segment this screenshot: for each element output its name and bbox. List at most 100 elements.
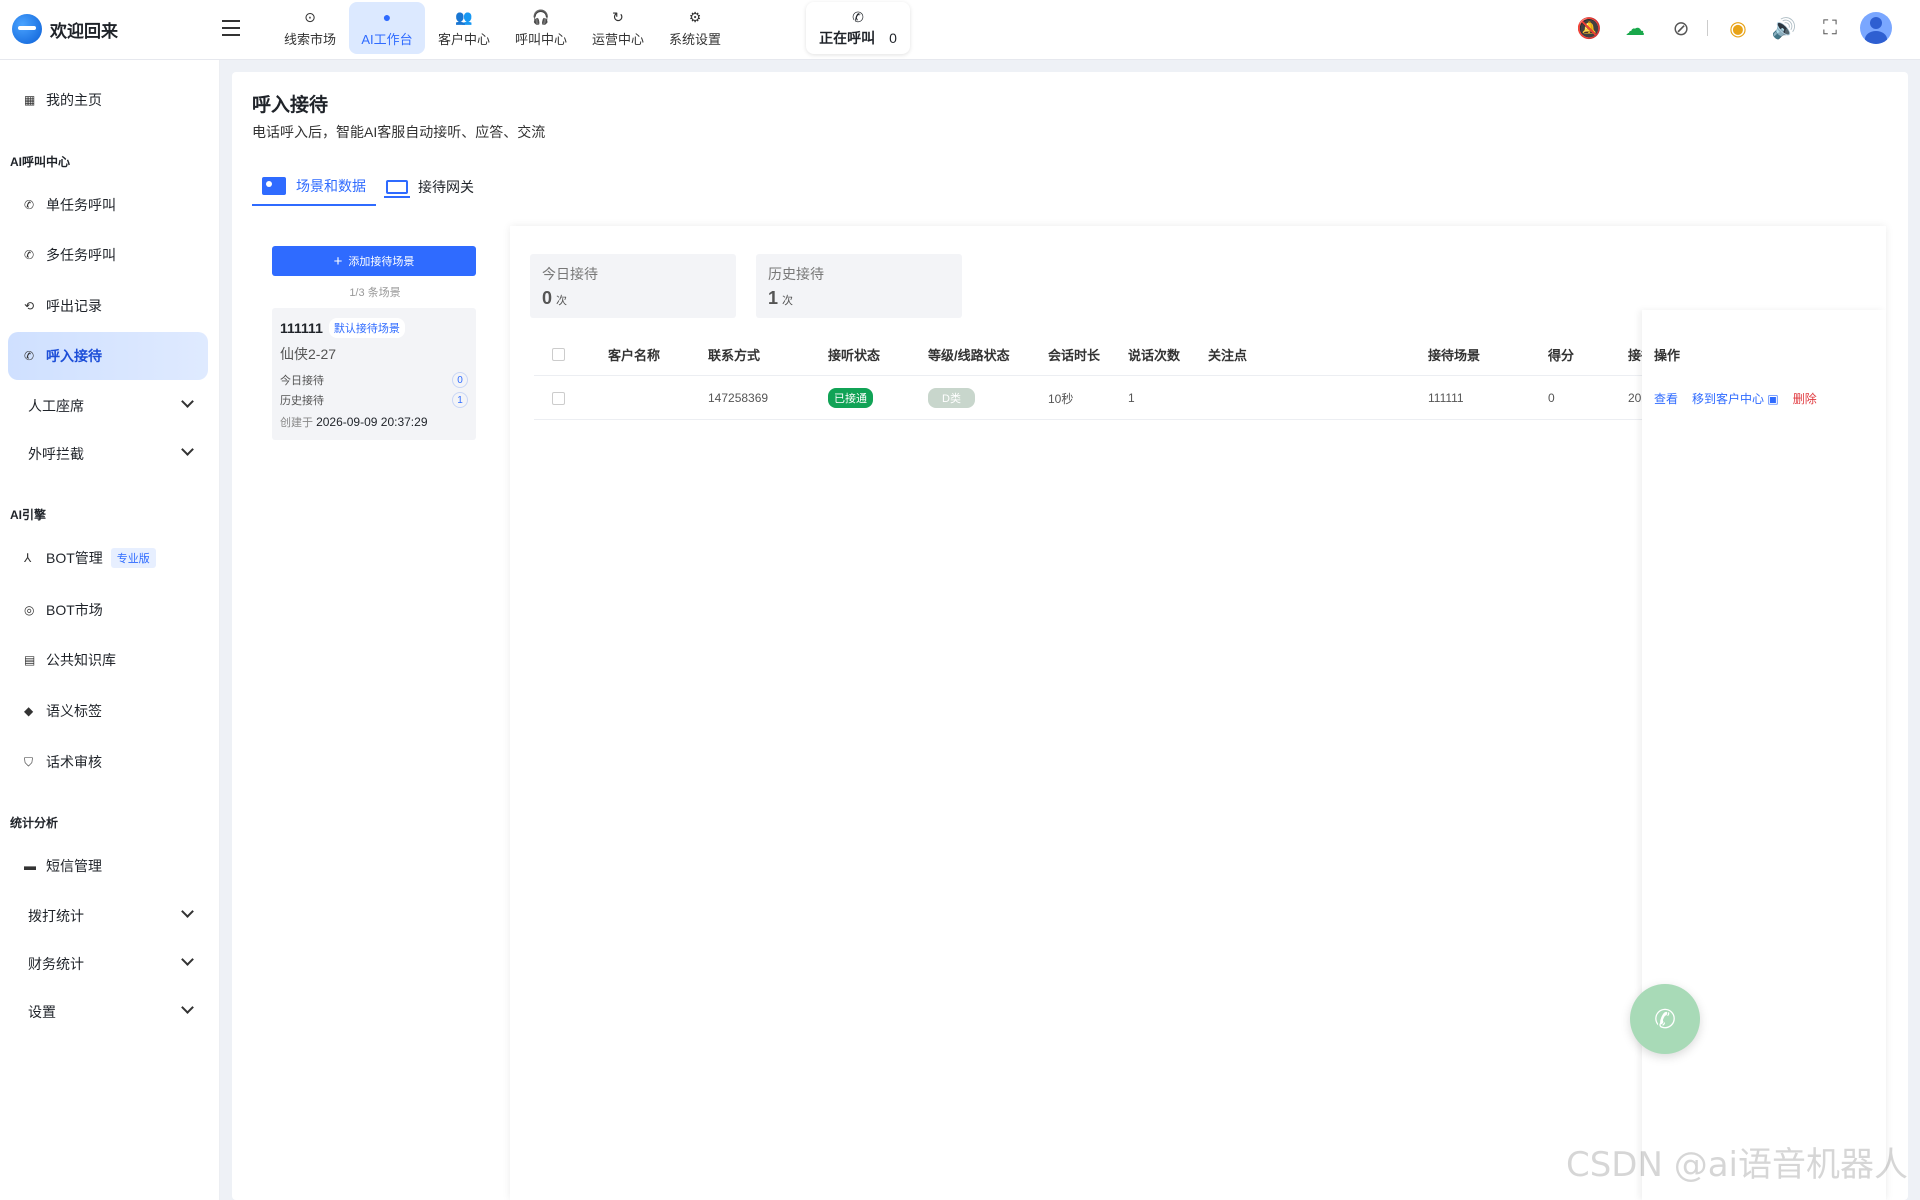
phone-incoming-icon: ✆ <box>24 349 35 363</box>
col-grade-line[interactable]: 等级/线路状态 <box>928 332 1010 376</box>
add-scene-label: 添加接待场景 <box>348 256 415 268</box>
nav-item-customers[interactable]: 👥 客户中心 <box>426 2 502 54</box>
fullscreen-icon[interactable]: ⛶ <box>1814 12 1846 44</box>
sidebar-item-label: 我的主页 <box>46 92 102 108</box>
stat-today-value: 0 <box>542 288 553 308</box>
sidebar-item-label: 话术审核 <box>46 754 102 770</box>
col-duration[interactable]: 会话时长 <box>1048 332 1100 376</box>
book-icon: ▤ <box>24 653 36 667</box>
nav-item-operations[interactable]: ↻ 运营中心 <box>580 2 656 54</box>
pro-badge: 专业版 <box>110 548 156 568</box>
cloud-upload-icon[interactable]: ☁ <box>1619 12 1651 44</box>
nav-item-call-center[interactable]: 🎧 呼叫中心 <box>503 2 579 54</box>
tab-gateway[interactable]: 接待网关 <box>376 168 484 206</box>
top-bar: 欢迎回来 ⊙ 线索市场 ● AI工作台 👥 客户中心 🎧 呼叫中心 ↻ 运营中心… <box>0 0 1920 60</box>
col-talk-count[interactable]: 说话次数 <box>1128 332 1180 376</box>
scene-count: 1/3 条场景 <box>349 287 401 299</box>
view-link[interactable]: 查看 <box>1654 390 1678 407</box>
forbidden-icon[interactable]: ⊘ <box>1665 12 1697 44</box>
sidebar-item-inbound[interactable]: ✆ 呼入接待 <box>8 332 208 380</box>
watermark: CSDN @ai语音机器人 <box>1565 1145 1908 1185</box>
sidebar-item-outbound-records[interactable]: ⟲ 呼出记录 <box>8 282 208 330</box>
sidebar-item-multi-task[interactable]: ✆ 多任务呼叫 <box>8 231 208 279</box>
scene-created-label: 创建于 <box>280 417 313 429</box>
tabs: 场景和数据 接待网关 <box>252 168 484 206</box>
tab-label: 场景和数据 <box>296 178 366 194</box>
chevron-down-icon <box>181 395 194 408</box>
sidebar-item-label: 设置 <box>28 1004 56 1020</box>
sidebar-item-agent-seat[interactable]: 人工座席 <box>8 382 208 430</box>
top-right-tools: 🔕 ☁ ⊘ ◉ 🔊 ⛶ <box>1559 12 1892 44</box>
cell-scene: 111111 <box>1428 391 1464 405</box>
move-label: 移到客户中心 <box>1692 391 1765 406</box>
stat-today-label: 今日接待 <box>542 266 598 282</box>
users-icon: 👥 <box>455 8 473 25</box>
sidebar-item-home[interactable]: ▦ 我的主页 <box>8 76 208 124</box>
col-focus[interactable]: 关注点 <box>1208 332 1247 376</box>
calling-status[interactable]: ✆ 正在呼叫 0 <box>806 2 910 54</box>
row-checkbox[interactable] <box>552 391 565 405</box>
sidebar-item-bot-market[interactable]: ◎ BOT市场 <box>8 586 208 634</box>
history-icon: ⟲ <box>24 299 35 313</box>
sidebar-item-label: 呼出记录 <box>46 298 102 314</box>
move-to-customer-link[interactable]: 移到客户中心 ▣ <box>1692 390 1779 407</box>
stat-history: 历史接待 1次 <box>756 254 962 318</box>
sidebar-item-single-task[interactable]: ✆ 单任务呼叫 <box>8 181 208 229</box>
add-scene-button[interactable]: + 添加接待场景 <box>272 246 476 276</box>
scene-today-label: 今日接待 <box>280 375 324 387</box>
page-title: 呼入接待 <box>252 95 329 116</box>
sidebar-item-finance-stats[interactable]: 财务统计 <box>8 940 208 988</box>
menu-toggle-icon[interactable] <box>222 20 240 36</box>
toolbar-divider <box>1707 20 1708 36</box>
sidebar-item-sms[interactable]: ▬ 短信管理 <box>8 842 208 890</box>
sidebar-item-semantic-tags[interactable]: ◆ 语义标签 <box>8 687 208 735</box>
plus-icon: + <box>333 252 343 270</box>
col-contact[interactable]: 联系方式 <box>708 332 760 376</box>
tab-scenes-data[interactable]: 场景和数据 <box>252 168 376 206</box>
select-all-checkbox[interactable] <box>552 347 565 361</box>
tab-label: 接待网关 <box>418 179 474 195</box>
scene-history-value: 1 <box>452 392 468 408</box>
sidebar-item-outbound-intercept[interactable]: 外呼拦截 <box>8 430 208 478</box>
call-fab-button[interactable]: ✆ <box>1630 984 1700 1054</box>
sidebar-item-bot-manage[interactable]: ⅄ BOT管理 专业版 <box>8 534 208 582</box>
app-logo[interactable]: 欢迎回来 <box>12 14 118 44</box>
nav-item-ai-workbench[interactable]: ● AI工作台 <box>349 2 425 54</box>
page-subtitle: 电话呼入后，智能AI客服自动接听、应答、交流 <box>252 124 546 140</box>
col-answer-status[interactable]: 接听状态 <box>828 332 880 376</box>
sidebar-item-knowledge[interactable]: ▤ 公共知识库 <box>8 636 208 684</box>
ai-icon: ● <box>382 8 392 25</box>
stat-history-unit: 次 <box>782 295 794 307</box>
sidebar-item-settings[interactable]: 设置 <box>8 988 208 1036</box>
avatar[interactable] <box>1860 12 1892 44</box>
nav-label: 呼叫中心 <box>514 31 567 47</box>
sidebar-item-label: 外呼拦截 <box>28 446 84 462</box>
sidebar-item-label: 拨打统计 <box>28 908 84 924</box>
chrome-icon[interactable]: ◉ <box>1722 12 1754 44</box>
nav-item-settings[interactable]: ⚙ 系统设置 <box>657 2 733 54</box>
store-icon: ◎ <box>24 603 35 617</box>
calling-count: 0 <box>889 29 897 46</box>
scene-today-value: 0 <box>452 372 468 388</box>
scene-bot: 仙侠2-27 <box>280 346 337 362</box>
sidebar-item-script-review[interactable]: ⛉ 话术审核 <box>8 738 208 786</box>
bell-off-icon[interactable]: 🔕 <box>1573 12 1605 44</box>
volume-icon[interactable]: 🔊 <box>1768 12 1800 44</box>
calendar-icon: ▣ <box>1767 391 1779 406</box>
calling-label: 正在呼叫 <box>819 29 876 46</box>
laptop-icon <box>384 180 410 198</box>
delete-link[interactable]: 删除 <box>1793 390 1817 407</box>
sidebar-item-label: BOT市场 <box>46 602 103 618</box>
nav-item-leads[interactable]: ⊙ 线索市场 <box>272 2 348 54</box>
sidebar-item-label: 呼入接待 <box>46 348 102 364</box>
sidebar-item-label: 短信管理 <box>46 858 102 874</box>
col-scene[interactable]: 接待场景 <box>1428 332 1480 376</box>
col-ops: 操作 <box>1654 347 1681 363</box>
scene-card[interactable]: 111111 默认接待场景 仙侠2-27 今日接待 0 历史接待 1 创建于 2… <box>272 308 476 440</box>
col-score[interactable]: 得分 <box>1548 332 1574 376</box>
col-customer-name[interactable]: 客户名称 <box>608 332 660 376</box>
sidebar-item-dial-stats[interactable]: 拨打统计 <box>8 892 208 940</box>
sidebar-item-label: 公共知识库 <box>46 652 116 668</box>
default-scene-tag: 默认接待场景 <box>328 318 405 338</box>
chevron-down-icon <box>181 905 194 918</box>
